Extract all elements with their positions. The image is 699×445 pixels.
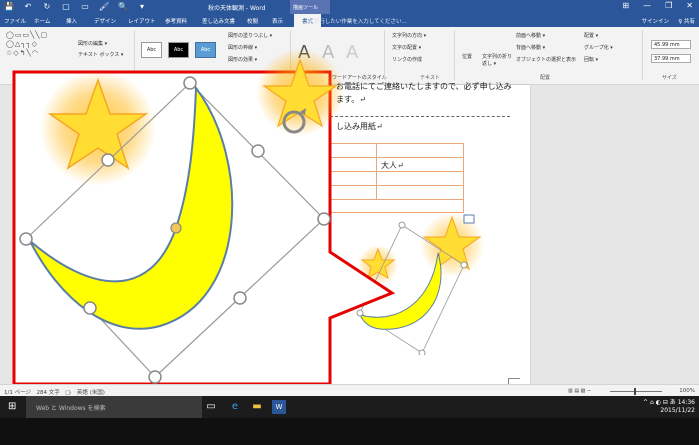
edge-icon[interactable]: e xyxy=(228,400,242,414)
file-explorer-icon[interactable]: ▬ xyxy=(250,400,264,414)
resize-handle[interactable] xyxy=(19,232,33,246)
resize-handle[interactable] xyxy=(233,291,247,305)
resize-handle[interactable] xyxy=(251,144,265,158)
resize-handle[interactable] xyxy=(148,370,162,384)
zoom-callout xyxy=(12,48,396,386)
zoom-slider-track[interactable] xyxy=(610,391,662,392)
clock-time: 14:36 xyxy=(677,399,695,406)
resize-handle[interactable] xyxy=(183,76,197,90)
status-info: 1/1 ページ 284 文字 □ᵢ 英語 (米国) xyxy=(4,390,105,396)
view-buttons[interactable]: ▥ ▤ ▧ − xyxy=(568,388,591,394)
word-taskbar-icon[interactable]: W xyxy=(272,400,286,414)
system-tray: ^ ⌂ ◐ ⊟ あ 14:36 2015/11/22 xyxy=(643,399,695,415)
taskbar-search[interactable]: Web と Windows を検索 xyxy=(26,396,202,418)
windows-start-icon[interactable]: ⊞ xyxy=(8,401,16,412)
resize-handle[interactable] xyxy=(101,153,115,167)
taskbar: ⊞ Web と Windows を検索 ▭ e ▬ W ^ ⌂ ◐ ⊟ あ 14… xyxy=(0,396,699,445)
adjust-handle[interactable] xyxy=(170,222,182,234)
zoom-level[interactable]: 100% xyxy=(679,388,695,394)
taskbar-strip: ⊞ Web と Windows を検索 ▭ e ▬ W ^ ⌂ ◐ ⊟ あ 14… xyxy=(0,396,699,418)
clock-date: 2015/11/22 xyxy=(660,407,695,414)
resize-handle[interactable] xyxy=(317,212,331,226)
task-view-icon[interactable]: ▭ xyxy=(204,400,218,414)
zoom-slider-knob[interactable] xyxy=(634,388,636,395)
tray-icons[interactable]: ^ ⌂ ◐ ⊟ あ xyxy=(643,399,676,406)
status-bar: 1/1 ページ 284 文字 □ᵢ 英語 (米国) ▥ ▤ ▧ − 100% xyxy=(0,384,699,396)
resize-handle[interactable] xyxy=(83,301,97,315)
